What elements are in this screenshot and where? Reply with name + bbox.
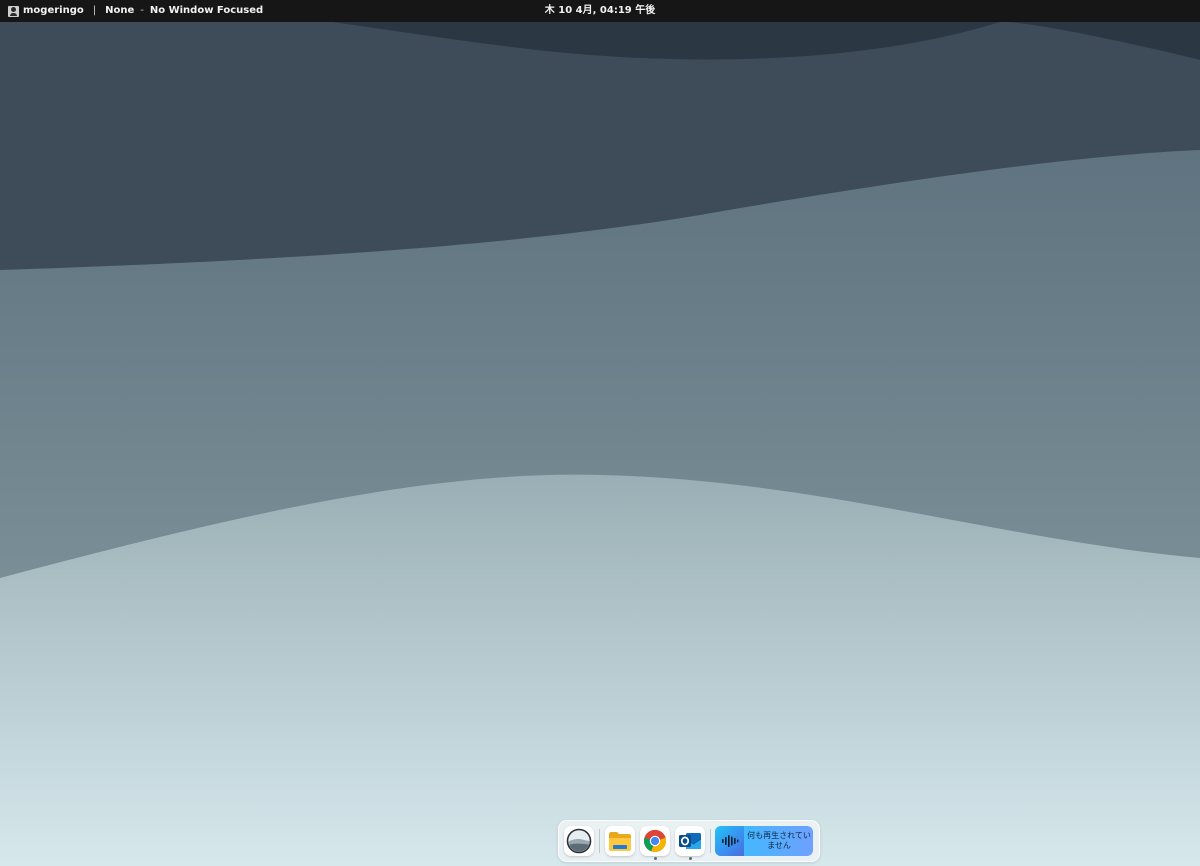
dock-item-file-explorer[interactable] (605, 826, 635, 856)
workspace-label[interactable]: None (105, 0, 134, 22)
media-status-text: 何も再生されていません (747, 831, 811, 850)
user-name[interactable]: mogeringo (23, 0, 84, 22)
dock-item-start-menu[interactable] (564, 826, 594, 856)
chrome-icon (643, 829, 667, 852)
audio-wave-icon (721, 835, 738, 847)
top-menu-bar: mogeringo | None - No Window Focused 木 1… (0, 0, 1200, 22)
desktop[interactable]: mogeringo | None - No Window Focused 木 1… (0, 0, 1200, 866)
dock-divider (710, 829, 711, 853)
dock-item-google-chrome[interactable] (640, 826, 670, 860)
focused-window-title: No Window Focused (149, 5, 264, 16)
user-icon[interactable] (8, 5, 19, 17)
wallpaper (0, 0, 1200, 866)
running-indicator (653, 857, 657, 860)
outlook-icon (679, 833, 702, 849)
dock-item-outlook[interactable] (675, 826, 705, 860)
title-separator: | (92, 5, 97, 16)
dock: 何も再生されていません (558, 820, 820, 862)
dock-divider (599, 829, 600, 853)
media-widget[interactable]: 何も再生されていません (715, 826, 813, 856)
running-indicator (688, 857, 692, 860)
title-dash: - (140, 5, 144, 16)
clock[interactable]: 木 10 4月, 04:19 午後 (545, 5, 655, 16)
folder-icon (609, 832, 631, 851)
landscape-orb-icon (566, 828, 592, 854)
